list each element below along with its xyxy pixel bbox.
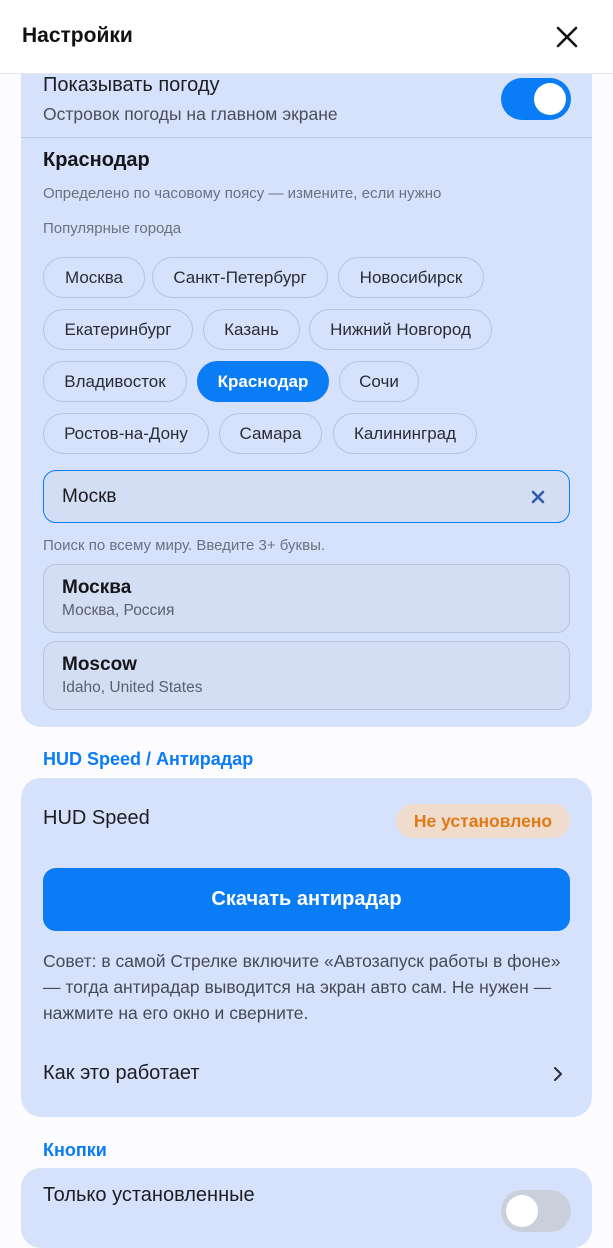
city-search-box — [43, 470, 570, 523]
result-region: Idaho, United States — [62, 679, 203, 696]
popular-cities-label: Популярные города — [43, 220, 182, 237]
page-title: Настройки — [22, 24, 133, 47]
close-button[interactable] — [552, 22, 582, 52]
tip-text: Совет: в самой Стрелке включите «Автозап… — [43, 951, 561, 1023]
search-result-item[interactable]: Москва Москва, Россия — [43, 564, 570, 633]
city-chip-selected[interactable]: Краснодар — [197, 361, 329, 402]
city-chip[interactable]: Калининград — [333, 413, 477, 454]
weather-card: Показывать погоду Островок погоды на гла… — [21, 40, 592, 727]
only-installed-label: Только установленные — [43, 1184, 255, 1206]
weather-toggle[interactable] — [501, 78, 571, 120]
top-bar: Настройки — [0, 0, 613, 74]
city-chip[interactable]: Сочи — [339, 361, 419, 402]
buttons-card: Только установленные — [21, 1168, 592, 1248]
section-label-hud: HUD Speed / Антирадар — [43, 749, 254, 769]
city-search-input[interactable] — [62, 481, 502, 513]
hud-title: HUD Speed — [43, 807, 150, 829]
weather-title: Показывать погоду — [43, 74, 220, 96]
only-installed-toggle[interactable] — [501, 1190, 571, 1232]
close-icon — [556, 26, 578, 48]
result-name: Москва — [62, 577, 132, 598]
how-it-works-row[interactable]: Как это работает — [21, 1048, 592, 1100]
city-chip[interactable]: Самара — [219, 413, 322, 454]
status-badge: Не установлено — [396, 804, 570, 838]
clear-search-button[interactable] — [530, 489, 546, 505]
chevron-right-icon — [548, 1064, 568, 1084]
divider — [21, 137, 592, 138]
result-name: Moscow — [62, 654, 137, 675]
toggle-knob — [534, 83, 566, 115]
weather-subtitle: Островок погоды на главном экране — [43, 104, 338, 124]
city-hint: Определено по часовому поясу — измените,… — [43, 185, 442, 202]
clear-icon — [531, 490, 545, 504]
download-antiradar-button[interactable]: Скачать антирадар — [43, 868, 570, 931]
city-chip[interactable]: Екатеринбург — [43, 309, 193, 350]
result-region: Москва, Россия — [62, 602, 175, 619]
hud-card: HUD Speed Не установлено Скачать антирад… — [21, 778, 592, 1117]
search-result-item[interactable]: Moscow Idaho, United States — [43, 641, 570, 710]
section-label-buttons: Кнопки — [43, 1140, 107, 1160]
city-chip[interactable]: Казань — [203, 309, 300, 350]
city-chip[interactable]: Ростов-на-Дону — [43, 413, 209, 454]
search-hint: Поиск по всему миру. Введите 3+ буквы. — [43, 537, 326, 554]
how-it-works-label: Как это работает — [43, 1062, 200, 1084]
city-chip[interactable]: Санкт-Петербург — [152, 257, 328, 298]
city-chip[interactable]: Новосибирск — [338, 257, 484, 298]
city-chip[interactable]: Москва — [43, 257, 145, 298]
city-chip[interactable]: Владивосток — [43, 361, 187, 402]
selected-city: Краснодар — [43, 149, 150, 171]
city-chip[interactable]: Нижний Новгород — [309, 309, 492, 350]
